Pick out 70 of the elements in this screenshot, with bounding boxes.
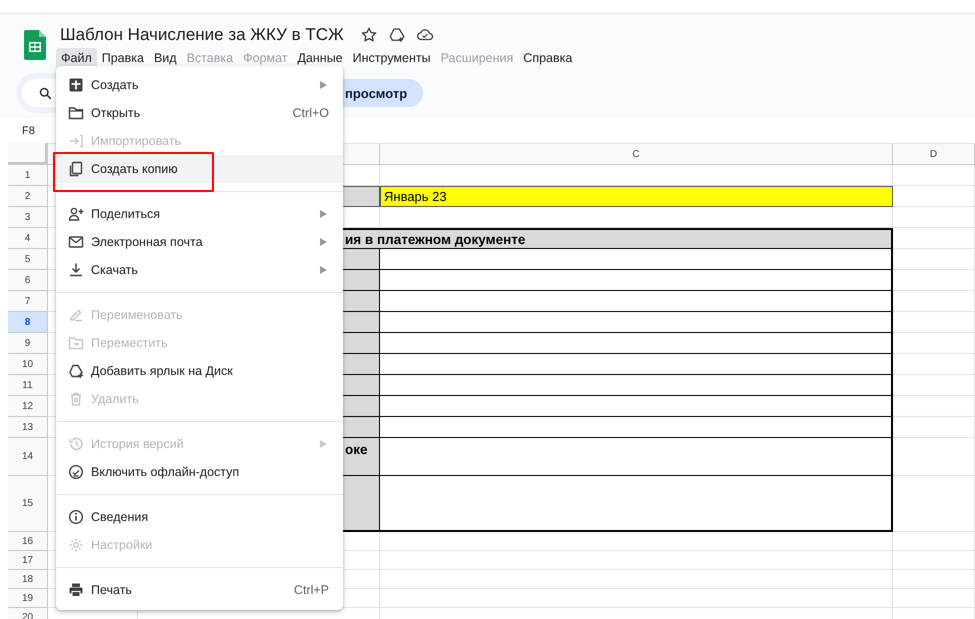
star-icon[interactable] [360, 26, 378, 44]
menu-item[interactable]: Печать Ctrl+P [56, 576, 343, 604]
menu-item-label: Добавить ярлык на Диск [91, 364, 233, 378]
menu-item[interactable]: Создать копию [56, 155, 343, 183]
download-icon [68, 262, 84, 278]
row-header[interactable]: 5 [8, 249, 48, 270]
row-header[interactable]: 8 [8, 312, 48, 333]
row-header[interactable]: 11 [8, 375, 48, 396]
row-header[interactable]: 15 [8, 476, 48, 532]
menu-bar-item[interactable]: Инструменты [348, 48, 436, 69]
menu-bar-item[interactable]: Данные [292, 48, 348, 69]
row-header[interactable]: 6 [8, 270, 48, 291]
row-header[interactable]: 9 [8, 333, 48, 354]
search-icon[interactable] [38, 86, 53, 100]
settings-icon [68, 537, 84, 553]
column-header[interactable]: C [380, 143, 893, 165]
row-header[interactable]: 2 [8, 186, 48, 207]
row-header[interactable]: 1 [8, 165, 48, 186]
shortcut-text: Ctrl+P [294, 583, 329, 597]
menu-item[interactable]: Сведения [56, 503, 343, 531]
menu-item-label: Открыть [91, 106, 140, 120]
folder-arrow-icon [68, 335, 84, 351]
menu-item-label: Печать [91, 583, 132, 597]
name-box[interactable]: F8 [22, 124, 35, 136]
row-header[interactable]: 18 [8, 570, 48, 589]
row-header[interactable]: 4 [8, 228, 48, 249]
menu-item-label: Скачать [91, 263, 138, 277]
menu-item-label: Переместить [91, 336, 168, 350]
document-title[interactable]: Шаблон Начисление за ЖКУ в ТСЖ [60, 25, 344, 45]
menu-item[interactable]: Скачать [56, 256, 343, 284]
copy-icon [68, 161, 84, 177]
trash-icon [68, 391, 84, 407]
spreadsheet-plus-icon [68, 77, 84, 93]
drive-add-icon[interactable] [388, 26, 406, 44]
menu-item[interactable]: Добавить ярлык на Диск [56, 357, 343, 385]
row-header[interactable]: 16 [8, 532, 48, 551]
row-header[interactable]: 12 [8, 396, 48, 417]
pencil-icon [68, 307, 84, 323]
menu-item-label: Создать [91, 78, 139, 92]
menu-item-label: Импортировать [91, 134, 182, 148]
row-header[interactable]: 19 [8, 589, 48, 608]
printer-icon [68, 582, 84, 598]
menu-bar-item[interactable]: Правка [96, 48, 149, 69]
row-header[interactable]: 10 [8, 354, 48, 375]
offline-check-icon [68, 464, 84, 480]
column-header[interactable]: D [893, 143, 975, 165]
shortcut-text: Ctrl+O [292, 106, 329, 120]
row-header[interactable]: 13 [8, 417, 48, 438]
sheets-logo[interactable] [24, 30, 46, 60]
history-icon [68, 436, 84, 452]
menu-item-label: Настройки [91, 538, 152, 552]
row-header[interactable]: 7 [8, 291, 48, 312]
menu-item-label: Переименовать [91, 308, 183, 322]
menu-item[interactable]: Поделиться [56, 200, 343, 228]
row-header[interactable]: 14 [8, 438, 48, 476]
menu-bar-item[interactable]: Вид [148, 48, 182, 69]
folder-icon [68, 105, 84, 121]
row-header[interactable]: 3 [8, 207, 48, 228]
menu-item-label: Поделиться [91, 207, 160, 221]
menu-item-label: Удалить [91, 392, 139, 406]
import-arrow-icon [68, 133, 84, 149]
person-add-icon [68, 206, 84, 222]
info-icon [68, 509, 84, 525]
table-cell: Январь 23 [380, 186, 893, 207]
menu-bar-item[interactable]: Справка [518, 48, 578, 69]
drive-add-icon [68, 363, 84, 379]
menu-item-label: Сведения [91, 510, 148, 524]
mail-icon [68, 234, 84, 250]
row-header[interactable]: 17 [8, 551, 48, 570]
menu-item-label: Создать копию [91, 162, 178, 176]
